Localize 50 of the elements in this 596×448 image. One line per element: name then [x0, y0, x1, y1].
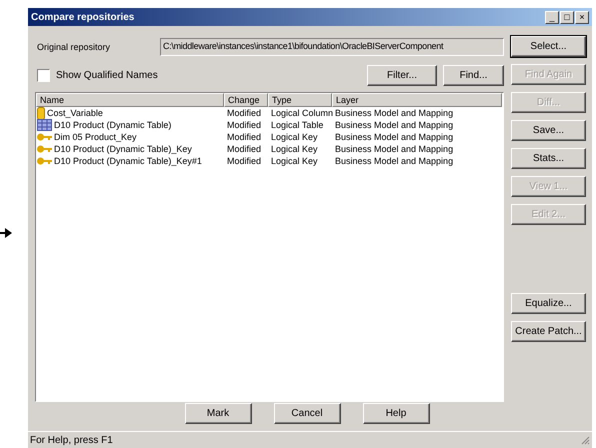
table-cell: D10 Product (Dynamic Table)_Key [54, 143, 192, 155]
table-cell: Logical Column [271, 107, 334, 119]
table-cell: Logical Key [271, 155, 318, 167]
table-cell: D10 Product (Dynamic Table)_Key#1 [54, 155, 202, 167]
table-cell: Cost_Variable [47, 107, 103, 119]
repository-path-field[interactable]: C:\middleware\instances\instance1\bifoundation\OracleBIServerComponent [160, 38, 504, 56]
column-header[interactable]: Type [268, 93, 332, 107]
table-cell: Business Model and Mapping [335, 155, 454, 167]
filter-button[interactable]: Filter... [367, 64, 437, 86]
table-cell: Logical Key [271, 143, 318, 155]
find-button[interactable]: Find... [443, 64, 504, 86]
side-button[interactable]: Equalize... [511, 293, 586, 314]
checkbox[interactable] [37, 68, 50, 82]
table-cell: Logical Key [271, 131, 318, 143]
table-cell: Business Model and Mapping [335, 107, 454, 119]
window-title: Compare repositories [31, 12, 134, 22]
table-cell: Modified [227, 119, 262, 131]
pointer-arrow-icon [0, 228, 12, 238]
cancel-button[interactable]: Cancel [274, 403, 340, 424]
key-icon [37, 145, 52, 153]
status-text: For Help, press F1 [30, 434, 113, 446]
checkbox-label: Show Qualified Names [56, 70, 158, 80]
table-cell: Modified [227, 107, 262, 119]
table-cell: Modified [227, 155, 262, 167]
key-icon [37, 157, 52, 165]
column-icon [37, 106, 45, 120]
field-label: Original repository [37, 42, 110, 52]
resize-grip-icon[interactable] [580, 435, 590, 445]
side-button[interactable]: Stats... [511, 148, 586, 169]
table-cell: Modified [227, 131, 262, 143]
table-cell: Modified [227, 143, 262, 155]
side-button[interactable]: Save... [511, 120, 586, 141]
column-header[interactable]: Change [224, 93, 268, 107]
column-header[interactable]: Name [36, 93, 224, 107]
table-cell: Business Model and Mapping [335, 119, 454, 131]
table-cell: Logical Table [271, 119, 324, 131]
table-cell: Business Model and Mapping [335, 131, 454, 143]
mark-button[interactable]: Mark [184, 403, 252, 424]
table-icon [37, 119, 52, 131]
table-cell: Dim 05 Product_Key [54, 131, 137, 143]
column-header[interactable]: Layer [332, 93, 502, 107]
close-button[interactable]: × [575, 10, 589, 24]
table-cell: Business Model and Mapping [335, 143, 454, 155]
maximize-button[interactable]: □ [560, 10, 574, 24]
table-cell: D10 Product (Dynamic Table) [54, 119, 172, 131]
help-button[interactable]: Help [362, 403, 430, 424]
minimize-button[interactable]: _ [545, 10, 559, 24]
key-icon [37, 133, 52, 141]
side-button[interactable]: Create Patch... [511, 321, 586, 342]
select-button[interactable]: Select... [511, 36, 586, 57]
